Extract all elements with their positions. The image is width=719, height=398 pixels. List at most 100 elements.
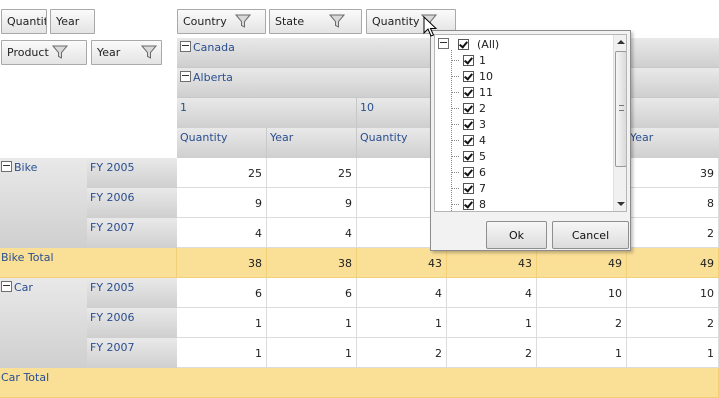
mouse-cursor-icon (423, 16, 438, 37)
filter-scrollbar[interactable] (613, 35, 626, 211)
field-button-quantity-filter[interactable]: Quantit (1, 9, 47, 34)
filter-popup: (All) 1 10 11 2 3 4 5 6 7 8 Ok Cancel (430, 30, 631, 251)
field-button-year-filter[interactable]: Year (50, 9, 95, 34)
tree-connector (451, 156, 459, 157)
data-cell: 10 (627, 278, 719, 308)
filter-item-label: 6 (479, 166, 486, 179)
data-cell: 4 (177, 218, 267, 248)
checkbox-checked-icon[interactable] (463, 119, 474, 130)
tree-connector (451, 76, 459, 77)
row-field-year[interactable]: Year (91, 40, 162, 65)
checkbox-checked-icon[interactable] (463, 199, 474, 210)
row-header-bike[interactable]: Bike (0, 158, 87, 248)
data-cell: 1 (447, 308, 537, 338)
data-cell: 1 (177, 338, 267, 368)
data-header-quantity: Quantity (177, 128, 267, 158)
filter-item[interactable]: 1 (463, 54, 486, 70)
collapse-minus-icon[interactable] (180, 71, 191, 82)
ok-button[interactable]: Ok (486, 221, 547, 249)
scroll-up-icon[interactable] (617, 39, 625, 45)
tree-connector (451, 108, 459, 109)
funnel-icon[interactable] (141, 44, 157, 60)
tree-connector (451, 50, 452, 211)
data-cell: 1 (357, 308, 447, 338)
row-header-fy2007: FY 2007 (87, 338, 177, 368)
quantity-value-label: 10 (360, 101, 374, 114)
checkbox-checked-icon[interactable] (463, 55, 474, 66)
data-cell: 2 (447, 338, 537, 368)
filter-item[interactable]: 3 (463, 118, 486, 134)
data-cell: 4 (267, 218, 357, 248)
field-label: Country (183, 15, 227, 28)
checkbox-checked-icon[interactable] (463, 135, 474, 146)
row-header-car[interactable]: Car (0, 278, 87, 368)
total-cell: 49 (627, 248, 719, 278)
filter-all-row[interactable]: (All) (438, 38, 499, 54)
checkbox-checked-icon[interactable] (463, 103, 474, 114)
total-cell: 43 (447, 248, 537, 278)
data-header-label: Quantity (180, 131, 228, 144)
filter-list: (All) 1 10 11 2 3 4 5 6 7 8 (434, 34, 627, 212)
filter-item[interactable]: 8 (463, 198, 486, 211)
data-cell: 2 (537, 308, 627, 338)
filter-item-label: 11 (479, 86, 493, 99)
total-cell: 38 (177, 248, 267, 278)
collapse-minus-icon[interactable] (438, 38, 449, 49)
filter-item-label: 2 (479, 102, 486, 115)
checkbox-checked-icon[interactable] (463, 71, 474, 82)
filter-item[interactable]: 10 (463, 70, 493, 86)
total-cell: 38 (267, 248, 357, 278)
filter-item[interactable]: 11 (463, 86, 493, 102)
data-cell: 8 (627, 188, 719, 218)
field-label: Year (97, 46, 121, 59)
checkbox-checked-icon[interactable] (463, 167, 474, 178)
scrollbar-thumb[interactable] (615, 51, 626, 167)
checkbox-checked-icon[interactable] (463, 151, 474, 162)
checkbox-checked-icon[interactable] (457, 39, 469, 50)
row-field-product[interactable]: Product (1, 40, 87, 65)
data-cell: 4 (447, 278, 537, 308)
filter-item[interactable]: 6 (463, 166, 486, 182)
filter-item[interactable]: 2 (463, 102, 486, 118)
filter-all-label: (All) (477, 38, 500, 51)
filter-item-label: 7 (479, 182, 486, 195)
data-header-label: Year (270, 131, 294, 144)
filter-item[interactable]: 5 (463, 150, 486, 166)
scroll-down-icon[interactable] (617, 201, 625, 207)
collapse-minus-icon[interactable] (180, 41, 191, 52)
data-cell: 1 (267, 338, 357, 368)
collapse-minus-icon[interactable] (1, 161, 12, 172)
row-header-car-total: Car Total (0, 368, 719, 398)
row-header-bike-total: Bike Total (0, 248, 177, 278)
data-cell: 25 (177, 158, 267, 188)
data-cell: 2 (627, 218, 719, 248)
checkbox-checked-icon[interactable] (463, 183, 474, 194)
field-label: Year (56, 15, 80, 28)
filter-item-label: 5 (479, 150, 486, 163)
filter-item[interactable]: 4 (463, 134, 486, 150)
filter-item[interactable]: 7 (463, 182, 486, 198)
tree-connector (451, 188, 459, 189)
funnel-icon[interactable] (235, 13, 251, 29)
data-header-label: Year (630, 131, 654, 144)
column-field-country[interactable]: Country (177, 9, 266, 34)
column-header-quantity-1: 1 (177, 98, 357, 128)
data-cell: 6 (177, 278, 267, 308)
data-cell: 2 (627, 308, 719, 338)
field-label: Product (7, 46, 49, 59)
data-cell: 1 (267, 308, 357, 338)
row-header-fy2006: FY 2006 (87, 188, 177, 218)
funnel-icon[interactable] (329, 13, 345, 29)
funnel-icon[interactable] (52, 44, 68, 60)
total-cell: 49 (537, 248, 627, 278)
tree-connector (451, 92, 459, 93)
quantity-value-label: 1 (180, 101, 187, 114)
data-cell: 9 (177, 188, 267, 218)
field-label: State (275, 15, 305, 28)
column-field-state[interactable]: State (269, 9, 362, 34)
collapse-minus-icon[interactable] (1, 281, 12, 292)
checkbox-checked-icon[interactable] (463, 87, 474, 98)
data-header-year: Year (267, 128, 357, 158)
data-cell: 1 (177, 308, 267, 338)
cancel-button[interactable]: Cancel (552, 221, 629, 249)
